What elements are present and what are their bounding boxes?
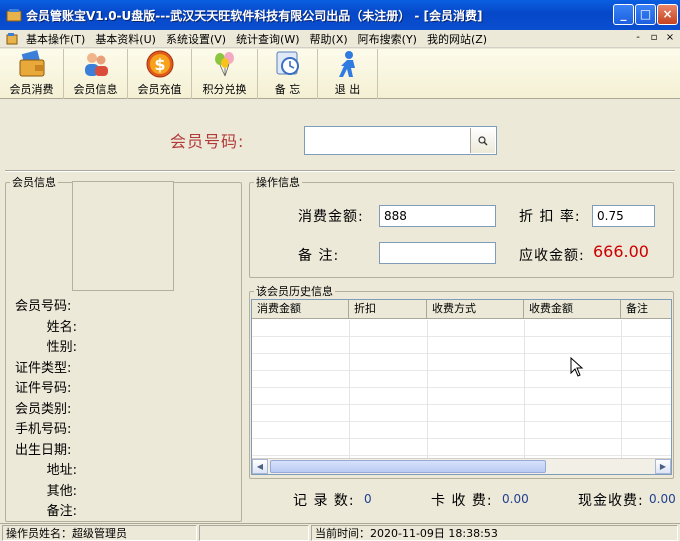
info-member-number-label: 会员号码: bbox=[15, 299, 72, 314]
menu-basic-data[interactable]: 基本资料(U) bbox=[90, 31, 161, 47]
exit-person-icon bbox=[338, 51, 355, 77]
member-info-legend: 会员信息 bbox=[12, 176, 56, 189]
cash-charge-label: 现金收费: bbox=[578, 493, 644, 509]
points-redeem-button[interactable]: 积分兑换 bbox=[192, 49, 258, 99]
toolbar-label: 积分兑换 bbox=[202, 83, 247, 96]
history-legend: 该会员历史信息 bbox=[256, 285, 333, 298]
cash-charge-value: 0.00 bbox=[649, 492, 676, 506]
title-bar: 会员管账宝V1.0-U盘版---武汉天天旺软件科技有限公司出品（未注册） - [… bbox=[0, 0, 680, 30]
discount-label: 折 扣 率: bbox=[519, 209, 581, 225]
record-count-value: 0 bbox=[364, 492, 372, 506]
menu-abu-search[interactable]: 阿布搜索(Y) bbox=[353, 31, 422, 47]
info-other-label: 其他: bbox=[46, 484, 77, 499]
info-birthdate-label: 出生日期: bbox=[15, 443, 72, 458]
menu-my-website[interactable]: 我的网站(Z) bbox=[422, 31, 492, 47]
minimize-button[interactable]: _ bbox=[613, 4, 634, 25]
history-table[interactable]: 消费金额 折扣 收费方式 收费金额 备注 ◀ ▶ bbox=[251, 299, 672, 475]
discount-input[interactable]: 0.75 bbox=[592, 205, 655, 227]
column-header[interactable]: 收费方式 bbox=[427, 300, 524, 319]
operator-status: 操作员姓名：超级管理员 bbox=[2, 525, 197, 541]
svg-text:$: $ bbox=[154, 55, 165, 74]
operation-legend: 操作信息 bbox=[256, 176, 300, 189]
memo-icon bbox=[276, 51, 299, 75]
grid-line bbox=[524, 320, 525, 458]
status-spacer bbox=[199, 525, 309, 541]
amount-label: 消费金额: bbox=[298, 209, 364, 225]
menu-basic-ops[interactable]: 基本操作(T) bbox=[21, 31, 90, 47]
amount-due-value: 666.00 bbox=[593, 242, 649, 261]
member-info-button[interactable]: 会员信息 bbox=[64, 49, 128, 99]
member-recharge-button[interactable]: $ 会员充值 bbox=[128, 49, 192, 99]
info-name-label: 姓名: bbox=[46, 320, 77, 335]
mouse-pointer-icon bbox=[570, 357, 584, 377]
status-bar: 操作员姓名：超级管理员 当前时间：2020-11-09日 18:38:53 bbox=[0, 523, 680, 541]
note-input[interactable] bbox=[379, 242, 496, 264]
column-header[interactable]: 消费金额 bbox=[252, 300, 349, 319]
coin-dollar-icon: $ bbox=[146, 50, 173, 78]
grid-line bbox=[621, 320, 622, 458]
toolbar-label: 退 出 bbox=[334, 83, 361, 96]
member-consume-button[interactable]: 会员消费 bbox=[0, 49, 64, 99]
info-id-number-label: 证件号码: bbox=[15, 381, 72, 396]
info-mobile-label: 手机号码: bbox=[15, 422, 72, 437]
history-table-header: 消费金额 折扣 收费方式 收费金额 备注 bbox=[252, 300, 671, 319]
record-count-label: 记 录 数: bbox=[293, 493, 355, 509]
mdi-close-button[interactable]: × bbox=[664, 32, 676, 43]
member-number-input[interactable] bbox=[304, 126, 497, 155]
member-number-label: 会员号码: bbox=[170, 132, 245, 151]
info-address-label: 地址: bbox=[46, 463, 77, 478]
separator bbox=[5, 170, 675, 172]
mdi-minimize-button[interactable]: - bbox=[632, 32, 644, 43]
card-charge-label: 卡 收 费: bbox=[431, 493, 493, 509]
toolbar-label: 会员消费 bbox=[9, 83, 54, 96]
maximize-button[interactable]: □ bbox=[635, 4, 656, 25]
toolbar: 会员消费 会员信息 $ 会员充值 积分兑换 备 忘 退 出 bbox=[0, 49, 680, 99]
card-charge-value: 0.00 bbox=[502, 492, 529, 506]
menu-statistics[interactable]: 统计查询(W) bbox=[231, 31, 304, 47]
close-button[interactable]: × bbox=[657, 4, 678, 25]
search-icon bbox=[478, 135, 488, 145]
exit-button[interactable]: 退 出 bbox=[318, 49, 378, 99]
column-header[interactable]: 收费金额 bbox=[524, 300, 621, 319]
grid-line bbox=[349, 320, 350, 458]
toolbar-label: 备 忘 bbox=[274, 83, 301, 96]
card-wallet-icon bbox=[19, 50, 44, 77]
member-photo bbox=[72, 181, 174, 291]
menu-system-settings[interactable]: 系统设置(V) bbox=[161, 31, 231, 47]
scroll-right-icon[interactable]: ▶ bbox=[655, 459, 671, 474]
column-header[interactable]: 备注 bbox=[621, 300, 671, 319]
app-icon bbox=[6, 9, 22, 22]
info-remark-label: 备注: bbox=[46, 504, 77, 519]
horizontal-scrollbar[interactable]: ◀ ▶ bbox=[252, 458, 671, 474]
history-table-body bbox=[252, 320, 671, 458]
users-icon bbox=[84, 53, 108, 76]
amount-due-label: 应收金额: bbox=[519, 248, 585, 264]
info-member-type-label: 会员类别: bbox=[15, 402, 72, 417]
scroll-left-icon[interactable]: ◀ bbox=[252, 459, 268, 474]
document-icon bbox=[6, 32, 18, 44]
toolbar-label: 会员充值 bbox=[137, 83, 182, 96]
mdi-controls: - ▫ × bbox=[632, 32, 676, 43]
mdi-restore-button[interactable]: ▫ bbox=[648, 32, 660, 43]
balloons-icon bbox=[214, 52, 234, 77]
info-gender-label: 性别: bbox=[46, 340, 77, 355]
member-search-button[interactable] bbox=[470, 128, 495, 153]
menu-help[interactable]: 帮助(X) bbox=[305, 31, 353, 47]
menu-bar: 基本操作(T) 基本资料(U) 系统设置(V) 统计查询(W) 帮助(X) 阿布… bbox=[0, 30, 680, 48]
scroll-thumb[interactable] bbox=[270, 460, 546, 473]
column-header[interactable]: 折扣 bbox=[349, 300, 427, 319]
note-label: 备 注: bbox=[298, 248, 340, 264]
toolbar-label: 会员信息 bbox=[73, 83, 118, 96]
memo-button[interactable]: 备 忘 bbox=[258, 49, 318, 99]
amount-input[interactable]: 888 bbox=[379, 205, 496, 227]
grid-line bbox=[427, 320, 428, 458]
time-status: 当前时间：2020-11-09日 18:38:53 bbox=[311, 525, 678, 541]
window-title: 会员管账宝V1.0-U盘版---武汉天天旺软件科技有限公司出品（未注册） - [… bbox=[26, 8, 483, 23]
info-id-type-label: 证件类型: bbox=[15, 361, 72, 376]
